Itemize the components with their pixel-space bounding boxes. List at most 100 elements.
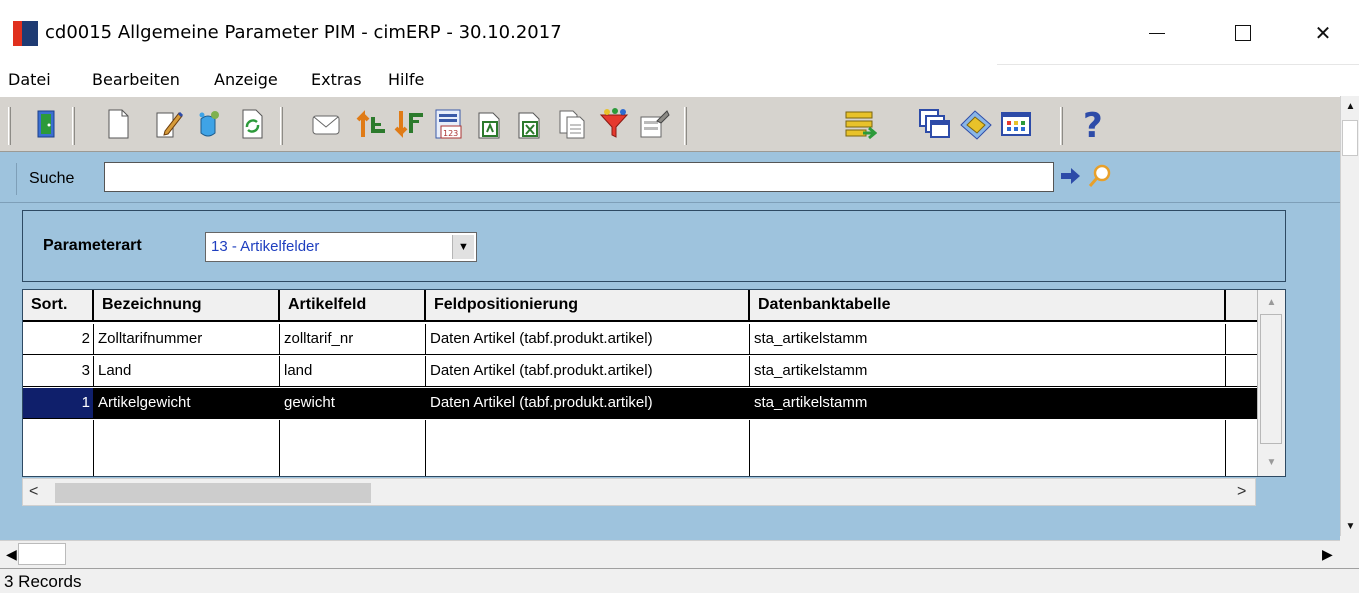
scroll-down-icon[interactable]: ▼ [1258, 452, 1285, 472]
menu-bearbeiten[interactable]: Bearbeiten [92, 70, 180, 89]
cell-datenbanktabelle[interactable]: sta_artikelstamm [750, 388, 1226, 418]
parameter-selected-value: 13 - Artikelfelder [211, 238, 320, 255]
table-row-selected[interactable]: 1 Artikelgewicht gewicht Daten Artikel (… [23, 388, 1257, 419]
grid-vertical-scrollbar[interactable]: ▲ ▼ [1257, 290, 1285, 476]
toolbar: 123 ? [0, 96, 1340, 152]
window-vertical-scrollbar[interactable]: ▲ ▼ [1340, 96, 1359, 536]
scroll-thumb[interactable] [1342, 120, 1358, 156]
column-header-bezeichnung[interactable]: Bezeichnung [94, 290, 280, 320]
search-row: Suche [0, 155, 1340, 203]
sort-ascending-icon[interactable] [350, 103, 390, 145]
cell-sort[interactable]: 1 [23, 388, 94, 418]
excel-export-icon[interactable] [510, 103, 550, 145]
app-logo-icon [13, 21, 38, 46]
settings-icon[interactable] [634, 103, 674, 145]
grid-header: Sort. Bezeichnung Artikelfeld Feldpositi… [23, 290, 1257, 322]
sort-descending-icon[interactable] [388, 103, 428, 145]
scroll-right-icon[interactable]: ▶ [1322, 546, 1333, 563]
layout-icon[interactable] [840, 103, 880, 145]
empty-cell [750, 420, 1226, 476]
search-go-icon[interactable] [1058, 164, 1082, 188]
scroll-thumb[interactable] [18, 543, 66, 565]
parameter-panel: Parameterart 13 - Artikelfelder ▼ [22, 210, 1286, 282]
svg-text:?: ? [1083, 107, 1103, 141]
records-grid: Sort. Bezeichnung Artikelfeld Feldpositi… [22, 289, 1286, 477]
empty-cell [426, 420, 750, 476]
toolbar-grip[interactable] [72, 107, 75, 145]
cell-artikelfeld[interactable]: zolltarif_nr [280, 324, 426, 354]
menu-extras[interactable]: Extras [311, 70, 362, 89]
cell-bezeichnung[interactable]: Artikelgewicht [94, 388, 280, 418]
scroll-left-icon[interactable]: < [29, 483, 38, 501]
cell-feldpositionierung[interactable]: Daten Artikel (tabf.produkt.artikel) [426, 388, 750, 418]
menu-anzeige[interactable]: Anzeige [214, 70, 278, 89]
cell-artikelfeld[interactable]: gewicht [280, 388, 426, 418]
scroll-track[interactable] [1260, 314, 1282, 444]
refresh-icon[interactable] [232, 103, 272, 145]
library-icon[interactable] [956, 103, 996, 145]
exit-icon[interactable] [26, 103, 66, 145]
record-count: 3 Records [4, 572, 82, 591]
copy-icon[interactable] [552, 103, 592, 145]
edit-icon[interactable] [148, 103, 188, 145]
cell-datenbanktabelle[interactable]: sta_artikelstamm [750, 356, 1226, 386]
number-format-icon[interactable]: 123 [428, 103, 468, 145]
help-icon[interactable]: ? [1074, 103, 1114, 145]
column-header-artikelfeld[interactable]: Artikelfeld [280, 290, 426, 320]
copy-record-icon[interactable] [188, 103, 228, 145]
close-button[interactable]: ✕ [1300, 10, 1346, 56]
menu-hilfe[interactable]: Hilfe [388, 70, 424, 89]
svg-text:123: 123 [443, 129, 458, 138]
table-row[interactable]: 2 Zolltarifnummer zolltarif_nr Daten Art… [23, 324, 1257, 355]
parameter-select[interactable]: 13 - Artikelfelder ▼ [205, 232, 477, 262]
column-header-feldpositionierung[interactable]: Feldpositionierung [426, 290, 750, 320]
window-horizontal-scrollbar[interactable]: ◀ ▶ [0, 540, 1340, 568]
toolbar-grip[interactable] [1060, 107, 1063, 145]
table-row[interactable]: 3 Land land Daten Artikel (tabf.produkt.… [23, 356, 1257, 387]
search-input[interactable] [104, 162, 1054, 192]
new-document-icon[interactable] [98, 103, 138, 145]
mail-icon[interactable] [306, 103, 346, 145]
cell-artikelfeld[interactable]: land [280, 356, 426, 386]
cell-sort[interactable]: 2 [23, 324, 94, 354]
title-bar: cd0015 Allgemeine Parameter PIM - cimERP… [0, 0, 1359, 66]
minimize-button[interactable] [1134, 10, 1180, 56]
export-icon[interactable] [470, 103, 510, 145]
search-icon[interactable] [1087, 163, 1113, 189]
empty-cell [23, 420, 94, 476]
cell-bezeichnung[interactable]: Land [94, 356, 280, 386]
column-header-datenbanktabelle[interactable]: Datenbanktabelle [750, 290, 1226, 320]
divider [997, 64, 1359, 65]
toolbar-grip[interactable] [8, 107, 11, 145]
status-bar: 3 Records [0, 568, 1359, 593]
filter-icon[interactable] [594, 103, 634, 145]
cell-bezeichnung[interactable]: Zolltarifnummer [94, 324, 280, 354]
toolbar-grip[interactable] [280, 107, 283, 145]
scroll-right-icon[interactable]: > [1237, 483, 1246, 501]
cell-feldpositionierung[interactable]: Daten Artikel (tabf.produkt.artikel) [426, 356, 750, 386]
scroll-up-icon[interactable]: ▲ [1258, 292, 1285, 312]
menu-bar: Datei Bearbeiten Anzeige Extras Hilfe [0, 64, 1359, 94]
scroll-thumb[interactable] [55, 483, 371, 503]
maximize-button[interactable] [1220, 10, 1266, 56]
scroll-down-icon[interactable]: ▼ [1341, 516, 1359, 536]
search-label: Suche [29, 170, 75, 187]
column-header-sort[interactable]: Sort. [23, 290, 94, 320]
cell-feldpositionierung[interactable]: Daten Artikel (tabf.produkt.artikel) [426, 324, 750, 354]
window-title: cd0015 Allgemeine Parameter PIM - cimERP… [45, 22, 562, 43]
toolbar-grip[interactable] [684, 107, 687, 145]
windows-icon[interactable] [914, 103, 954, 145]
chevron-down-icon[interactable]: ▼ [452, 235, 474, 259]
scrollbar-corner [1340, 536, 1359, 568]
cell-datenbanktabelle[interactable]: sta_artikelstamm [750, 324, 1226, 354]
scroll-up-icon[interactable]: ▲ [1341, 96, 1359, 116]
grid-horizontal-scrollbar[interactable]: < > [22, 478, 1256, 506]
search-label-box: Suche [16, 163, 98, 195]
menu-datei[interactable]: Datei [8, 70, 51, 89]
parameter-label: Parameterart [43, 237, 142, 254]
empty-cell [94, 420, 280, 476]
cell-sort[interactable]: 3 [23, 356, 94, 386]
empty-cell [280, 420, 426, 476]
grid-config-icon[interactable] [996, 103, 1036, 145]
scroll-left-icon[interactable]: ◀ [6, 546, 17, 563]
